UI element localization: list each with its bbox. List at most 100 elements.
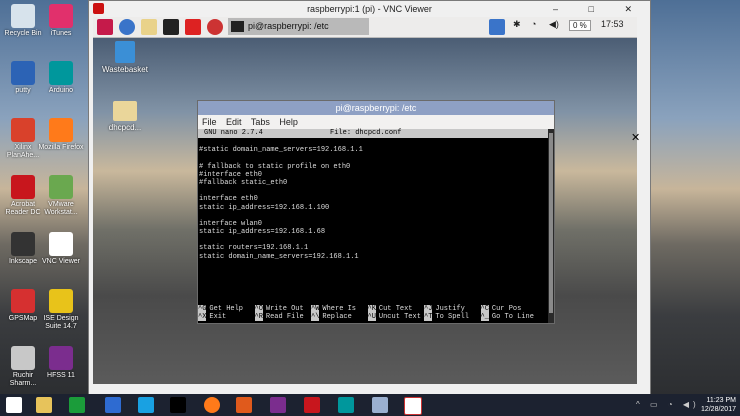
- nano-editor[interactable]: GNU nano 2.7.4 File: dhcpcd.conf #static…: [198, 129, 548, 323]
- shortcut-label: Arduino: [48, 87, 74, 94]
- shortcut-icon: [11, 4, 35, 28]
- nano-shortcut: ^T To Spell: [424, 313, 469, 321]
- shortcut-label: Uncut Text: [378, 313, 421, 321]
- shortcut-key: ^_: [480, 313, 489, 321]
- shortcut-icon: [11, 175, 35, 199]
- shortcut-icon: [49, 175, 73, 199]
- shortcut-label: Cur Pos: [491, 305, 522, 313]
- terminal-task-button[interactable]: pi@raspberrypi: /etc: [228, 18, 369, 35]
- terminal-menu-bar: File Edit Tabs Help: [198, 115, 554, 129]
- system-tray-icons[interactable]: ^ ▭ ◔ ◀): [636, 400, 700, 409]
- file-manager-icon[interactable]: [141, 19, 157, 35]
- arduino-icon[interactable]: [338, 397, 354, 413]
- flash-icon[interactable]: [304, 397, 320, 413]
- shortcut-label: HFSS 11: [47, 372, 75, 379]
- menu-help[interactable]: Help: [279, 117, 298, 127]
- shortcut-icon: [11, 232, 35, 256]
- desktop-shortcut[interactable]: VMware Workstat...: [38, 175, 84, 217]
- shortcut-label: Go To Line: [491, 313, 534, 321]
- nano-shortcut: ^W Where Is: [311, 305, 356, 313]
- web-browser-icon[interactable]: [119, 19, 135, 35]
- network-tool-icon[interactable]: [372, 397, 388, 413]
- file-line: #static domain_name_servers=192.168.1.1: [199, 146, 363, 155]
- desktop-shortcut[interactable]: Arduino: [38, 61, 84, 95]
- shortcut-label: Justify: [435, 305, 465, 313]
- desktop-shortcut[interactable]: VNC Viewer: [38, 232, 84, 266]
- nano-shortcut: ^\ Replace: [311, 313, 352, 321]
- vnc-viewer-taskbar-icon[interactable]: [404, 397, 422, 415]
- firefox-icon[interactable]: [204, 397, 220, 413]
- vnc-logo-icon: [93, 3, 104, 14]
- file-line: static routers=192.168.1.1: [199, 244, 309, 253]
- desktop-icon-label: dhcpcd...: [108, 123, 142, 132]
- shortcut-label: Exit: [209, 313, 227, 321]
- folder-icon: [113, 101, 137, 121]
- menu-edit[interactable]: Edit: [226, 117, 242, 127]
- shortcut-icon: [49, 118, 73, 142]
- shortcut-label: Cut Text: [378, 305, 413, 313]
- hfss-icon[interactable]: [270, 397, 286, 413]
- desktop-shortcut[interactable]: iTunes: [38, 4, 84, 38]
- file-explorer-icon[interactable]: [36, 397, 52, 413]
- close-icon[interactable]: ✕: [631, 131, 640, 144]
- bluetooth-icon[interactable]: ✱: [513, 19, 521, 30]
- window-controls[interactable]: – □ ✕: [553, 1, 646, 17]
- nano-shortcut: ^_ Go To Line: [480, 313, 534, 321]
- taskbar-clock[interactable]: 11:23 PM 12/28/2017: [701, 396, 736, 414]
- shortcut-label: Write Out: [265, 305, 304, 313]
- file-line: # fallback to static profile on eth0: [199, 162, 351, 171]
- shortcut-icon: [11, 61, 35, 85]
- desktop-shortcut[interactable]: Mozilla Firefox: [38, 118, 84, 152]
- desktop-shortcut[interactable]: HFSS 11: [38, 346, 84, 380]
- menu-tabs[interactable]: Tabs: [251, 117, 270, 127]
- wifi-icon[interactable]: ◔: [531, 19, 536, 29]
- terminal-task-icon: [231, 21, 244, 32]
- windows-taskbar: ^ ▭ ◔ ◀) 11:23 PM 12/28/2017: [0, 394, 740, 416]
- terminal-window: pi@raspberrypi: /etc File Edit Tabs Help…: [197, 100, 555, 324]
- terminal-title: pi@raspberrypi: /etc: [335, 103, 417, 113]
- shortcut-label: Get Help: [209, 305, 244, 313]
- shield-icon[interactable]: [105, 397, 121, 413]
- terminal-icon[interactable]: [163, 19, 179, 35]
- nano-header: GNU nano 2.7.4 File: dhcpcd.conf: [198, 129, 548, 138]
- scrollbar-thumb[interactable]: [549, 133, 553, 313]
- matlab-icon[interactable]: [236, 397, 252, 413]
- shortcut-key: ^K: [367, 305, 376, 313]
- raspberry-menu-icon[interactable]: [97, 19, 113, 35]
- skype-icon[interactable]: [138, 397, 154, 413]
- terminal-title-bar[interactable]: pi@raspberrypi: /etc: [198, 101, 554, 115]
- volume-icon[interactable]: ◀): [549, 19, 559, 30]
- nano-shortcut: ^J Justify: [424, 305, 465, 313]
- start-windows-icon[interactable]: [6, 397, 22, 413]
- shortcut-key: ^U: [367, 313, 376, 321]
- menu-file[interactable]: File: [202, 117, 217, 127]
- shortcut-icon: [49, 289, 73, 313]
- desktop-shortcut[interactable]: ISE Design Suite 14.7: [38, 289, 84, 331]
- shortcut-icon: [11, 346, 35, 370]
- file-line: [198, 187, 548, 195]
- shortcut-label: iTunes: [50, 30, 72, 37]
- terminal-taskbar-icon[interactable]: [170, 397, 186, 413]
- store-icon[interactable]: [69, 397, 85, 413]
- wolfram-icon[interactable]: [207, 19, 223, 35]
- taskbar-time: 11:23 PM: [706, 397, 736, 404]
- nano-shortcut: ^X Exit: [198, 313, 226, 321]
- shortcut-icon: [49, 61, 73, 85]
- nano-shortcut: ^G Get Help: [198, 305, 243, 313]
- file-line: [198, 212, 548, 220]
- file-line: interface eth0: [199, 195, 258, 204]
- shortcut-row-2: ^X Exit ^R Read File ^\ Replace ^U Uncut Text ^T…: [198, 313, 548, 321]
- mathematica-icon[interactable]: [185, 19, 201, 35]
- file-line: #fallback static_eth0: [199, 178, 288, 187]
- shortcut-label: VMware Workstat...: [44, 201, 78, 216]
- file-content[interactable]: #static domain_name_servers=192.168.1.1 #…: [198, 138, 548, 261]
- shortcut-icon: [11, 289, 35, 313]
- raspberry-pi-desktop: pi@raspberrypi: /etc ✱ ◔ ◀) 0 % 17:53 Wa…: [93, 17, 640, 384]
- trash-icon: [115, 41, 135, 63]
- vnc-server-icon[interactable]: [489, 19, 505, 35]
- folder-desktop-icon[interactable]: dhcpcd...: [95, 101, 155, 132]
- wastebasket-desktop-icon[interactable]: Wastebasket: [95, 41, 155, 74]
- terminal-scrollbar[interactable]: [548, 129, 554, 323]
- vnc-title-bar[interactable]: raspberrypi:1 (pi) - VNC Viewer – □ ✕: [89, 1, 650, 17]
- file-line: [198, 236, 548, 244]
